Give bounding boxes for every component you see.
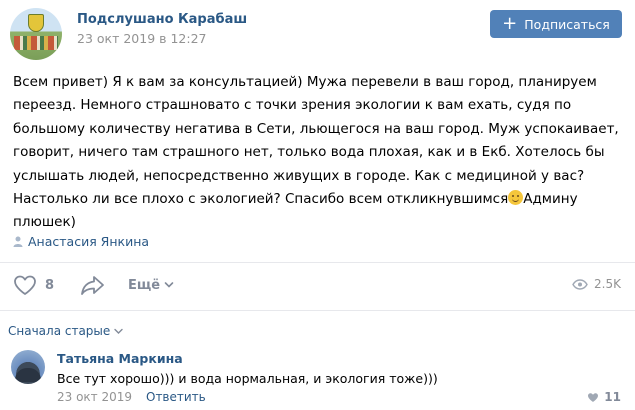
post-text: Всем привет) Я к вам за консультацией) М… [13, 71, 625, 235]
post-actions: 8 Ещё [13, 273, 174, 297]
heart-icon [588, 392, 599, 402]
subscribe-label: Подписаться [524, 16, 610, 32]
user-icon [13, 236, 23, 247]
group-avatar[interactable] [10, 8, 62, 60]
divider [0, 262, 635, 263]
reply-link[interactable]: Ответить [146, 390, 206, 404]
share-icon [81, 276, 104, 295]
views-counter: 2.5K [572, 277, 621, 291]
heart-icon [14, 275, 36, 295]
group-avatar-emblem [28, 14, 44, 32]
group-name[interactable]: Подслушано Карабаш [77, 12, 247, 27]
smile-emoji-icon [508, 190, 524, 206]
plus-icon: + [502, 12, 518, 34]
comment-like-count: 11 [604, 390, 621, 404]
comment-like-button[interactable]: 11 [587, 390, 621, 404]
like-count: 8 [45, 277, 55, 293]
chevron-down-icon [114, 328, 123, 334]
more-button[interactable]: Ещё [128, 278, 174, 293]
group-avatar-houses [14, 36, 58, 50]
like-button[interactable]: 8 [13, 274, 54, 296]
more-label: Ещё [128, 277, 161, 293]
comment-avatar[interactable] [11, 350, 45, 384]
comment-date[interactable]: 23 окт 2019 [57, 390, 132, 404]
post-author-name: Анастасия Янкина [28, 234, 150, 249]
subscribe-button[interactable]: + Подписаться [490, 10, 622, 38]
comment-sort-label: Сначала старые [8, 324, 111, 338]
views-count: 2.5K [594, 277, 621, 291]
share-button[interactable] [80, 274, 106, 296]
comment-sort-dropdown[interactable]: Сначала старые [8, 324, 123, 338]
comment-text: Все тут хорошо))) и вода нормальная, и э… [57, 371, 438, 386]
post-text-main: Всем привет) Я к вам за консультацией) М… [13, 74, 619, 208]
post-date[interactable]: 23 окт 2019 в 12:27 [77, 31, 206, 46]
eye-icon [572, 278, 588, 290]
chevron-down-icon [164, 282, 174, 288]
divider [0, 310, 635, 311]
post-author[interactable]: Анастасия Янкина [13, 234, 149, 249]
comment-author[interactable]: Татьяна Маркина [57, 351, 183, 366]
